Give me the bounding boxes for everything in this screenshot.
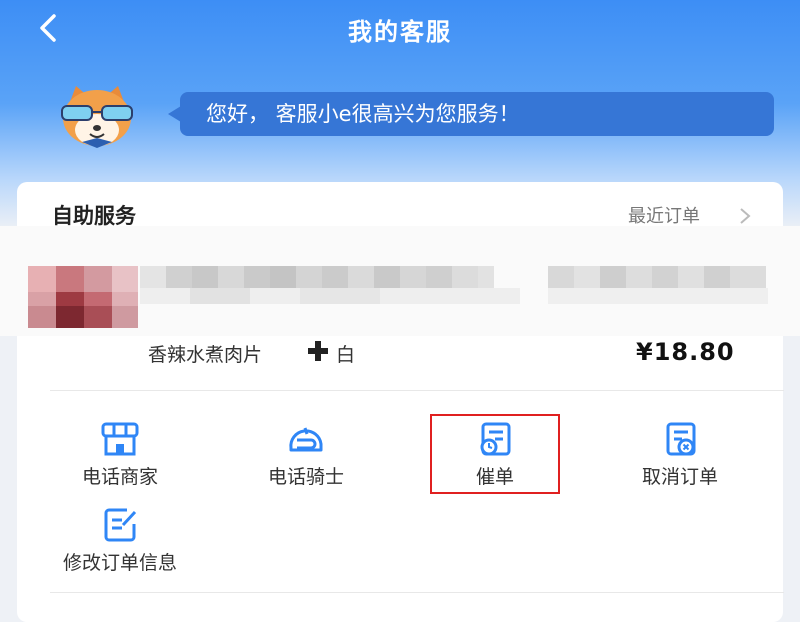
call-merchant-button[interactable]: 电话商家 (40, 422, 200, 489)
page-title: 我的客服 (348, 18, 452, 46)
edit-order-icon (104, 508, 137, 542)
cancel-order-label: 取消订单 (641, 466, 718, 488)
modify-order-button[interactable]: 修改订单信息 (40, 508, 200, 575)
recent-orders-link[interactable]: 最近订单 (628, 202, 700, 228)
avatar (52, 84, 142, 150)
order-item-price: ¥18.80 (636, 338, 735, 366)
order-item-suffix: 白 (336, 344, 356, 366)
order-item-name: 香辣水煮肉片 (148, 344, 263, 366)
shiba-mascot-icon (61, 86, 133, 148)
modify-order-label: 修改订单信息 (62, 552, 177, 574)
blurred-order-info (0, 226, 800, 336)
divider (50, 592, 784, 593)
cancel-order-button[interactable]: 取消订单 (600, 422, 760, 489)
store-icon (101, 422, 139, 456)
cancel-order-icon (666, 422, 696, 456)
greeting-bubble: 您好， 客服小e很高兴为您服务！ (180, 92, 774, 136)
call-merchant-label: 电话商家 (81, 466, 158, 488)
divider (50, 390, 784, 391)
rider-helmet-icon (289, 427, 323, 452)
highlight-box (430, 414, 560, 494)
call-rider-button[interactable]: 电话骑士 (226, 422, 386, 489)
plus-icon (308, 341, 328, 361)
call-rider-label: 电话骑士 (267, 466, 344, 488)
chevron-right-icon[interactable] (738, 207, 752, 225)
